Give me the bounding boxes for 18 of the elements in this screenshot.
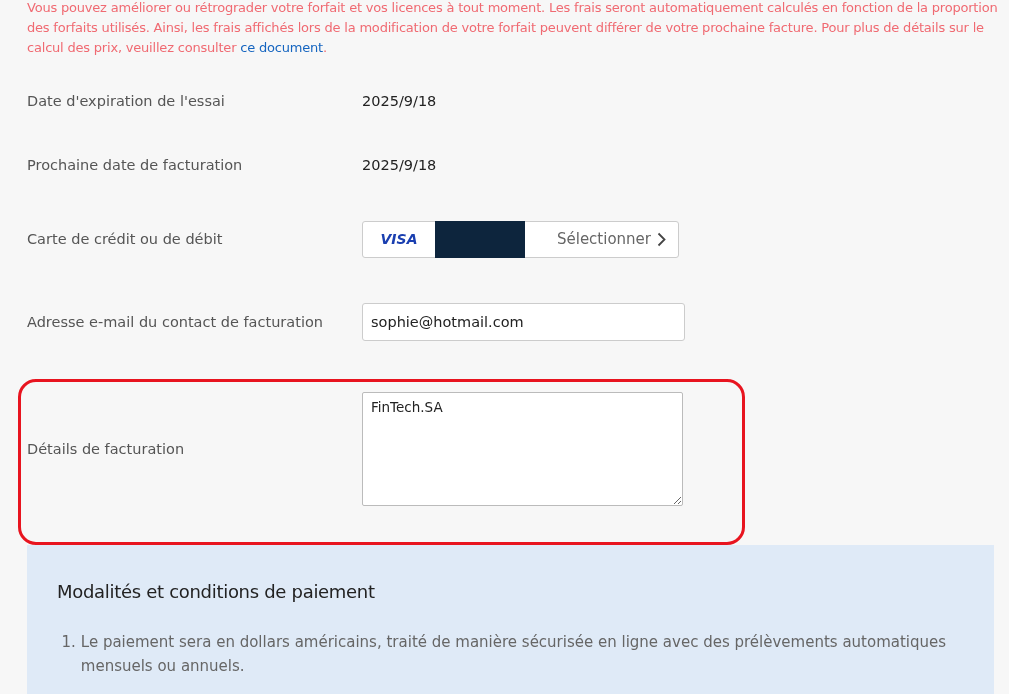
list-number: 1. [60, 632, 77, 653]
pricing-notice: Vous pouvez améliorer ou rétrograder votre forfait et vos licences à tout moment. Les frais seront automatiquement calculés en fonction de la proportion des forfaits utilisés. Ainsi, les frais affichés lors de la modification de votre forfait peuvent différer de votre prochaine facture. Pour plus de détails sur le calcul des prix, veuillez consulter ce document. [27, 0, 999, 57]
terms-item-text: Le paiement sera en dollars américains, traité de manière sécurisée en ligne avec des prélèvements automatiques mensuels ou annuels. [80, 632, 948, 677]
field-label: Carte de crédit ou de débit [27, 231, 224, 247]
field-value: 2025/9/18 [362, 157, 437, 173]
chevron-right-icon [657, 231, 666, 247]
field-label: Adresse e-mail du contact de facturation [27, 314, 324, 330]
field-label: Date d'expiration de l'essai [27, 93, 226, 109]
email-field[interactable]: sophie@hotmail.com [362, 303, 685, 341]
field-value: 2025/9/18 [362, 93, 437, 109]
field-label: Prochaine date de facturation [27, 157, 244, 173]
select-label: Sélectionner [555, 230, 652, 248]
card-brand: VISA [379, 231, 419, 247]
terms-title: Modalités et conditions de paiement [57, 581, 376, 602]
billing-details-field[interactable]: FinTech.SA [362, 392, 683, 506]
field-label: Détails de facturation [27, 441, 186, 457]
card-selector[interactable]: VISA Sélectionner [362, 220, 679, 258]
document-link[interactable]: ce document [240, 40, 323, 55]
